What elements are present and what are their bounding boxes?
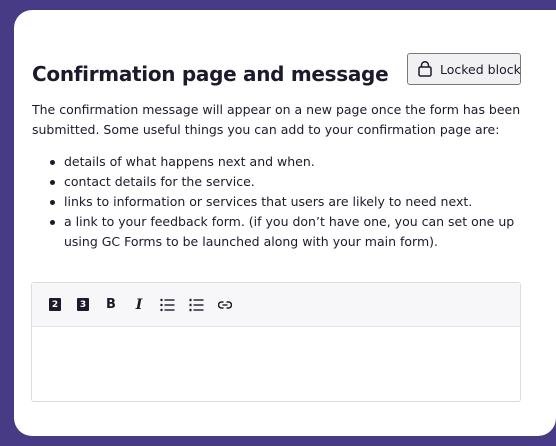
numbered-list-button[interactable] [189,296,204,314]
heading-3-button[interactable]: 3 [76,296,90,314]
editor-toolbar: 2 3 B I [32,283,520,327]
lock-icon [416,60,434,78]
list-item: details of what happens next and when. [50,152,530,172]
link-button[interactable] [218,296,232,314]
bold-button[interactable]: B [104,296,118,314]
section-description: The confirmation message will appear on … [32,102,521,137]
rich-text-editor: 2 3 B I [31,282,521,402]
locked-block-label: Locked block [440,61,521,77]
heading-3-icon: 3 [77,298,89,311]
italic-button[interactable]: I [132,296,146,314]
bullet-list-icon [160,298,175,311]
link-icon [218,300,232,309]
list-item: links to information or services that us… [50,192,530,212]
section-title: Confirmation page and message [32,62,389,86]
bold-icon: B [106,297,116,312]
editor-content-area[interactable] [32,327,520,401]
list-item: contact details for the service. [50,172,530,192]
heading-2-icon: 2 [49,298,61,311]
numbered-list-icon [189,298,204,311]
locked-block-badge: Locked block [407,53,521,85]
bullet-list-button[interactable] [160,296,175,314]
suggestion-list: details of what happens next and when. c… [50,152,530,252]
italic-icon: I [135,296,143,313]
list-item: a link to your feedback form. (if you do… [50,212,530,252]
heading-2-button[interactable]: 2 [48,296,62,314]
